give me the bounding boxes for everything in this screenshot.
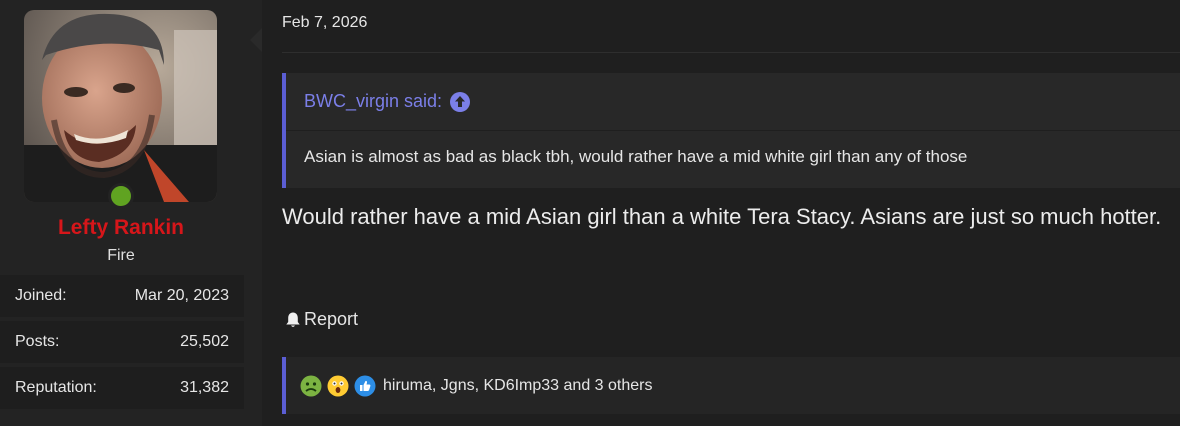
stat-row-posts: Posts: 25,502 [0, 321, 244, 363]
stat-row-reputation: Reputation: 31,382 [0, 367, 244, 409]
quote-block: BWC_virgin said: Asian is almost as bad … [282, 73, 1180, 188]
shocked-emoji-icon[interactable] [327, 375, 349, 397]
quote-author[interactable]: BWC_virgin said: [304, 91, 442, 112]
report-label[interactable]: Report [304, 309, 358, 330]
user-title: Fire [107, 247, 135, 264]
sick-emoji-icon[interactable] [300, 375, 322, 397]
quote-text: Asian is almost as bad as black tbh, wou… [304, 147, 968, 166]
message-main: Feb 7, 2026 BWC_virgin said: Asian is al… [262, 0, 1180, 426]
report-button[interactable]: Report [284, 309, 358, 330]
stat-label: Reputation: [15, 379, 97, 396]
quote-attribution[interactable]: BWC_virgin said: [286, 73, 1180, 131]
stat-label: Posts: [15, 333, 60, 350]
user-sidebar: Lefty Rankin Fire Joined: Mar 20, 2023 P… [0, 0, 262, 426]
online-status-indicator [108, 183, 134, 209]
post-date[interactable]: Feb 7, 2026 [282, 14, 367, 32]
divider [282, 52, 1180, 53]
post-body: Would rather have a mid Asian girl than … [282, 204, 1162, 229]
stat-value: Mar 20, 2023 [134, 287, 229, 304]
reactions-bar[interactable]: hiruma, Jgns, KD6Imp33 and 3 others [282, 357, 1180, 414]
username[interactable]: Lefty Rankin [0, 216, 242, 240]
stat-label: Joined: [15, 287, 67, 304]
reaction-users[interactable]: hiruma, Jgns, KD6Imp33 and 3 others [383, 377, 652, 395]
arrow-up-circle-icon[interactable] [450, 91, 471, 112]
avatar[interactable] [24, 10, 217, 202]
stat-value: 31,382 [180, 379, 229, 396]
stat-row-joined: Joined: Mar 20, 2023 [0, 275, 244, 317]
bell-icon [286, 312, 300, 327]
stat-value: 25,502 [180, 333, 229, 350]
message-arrow [250, 28, 262, 52]
thumbs-up-icon[interactable] [354, 375, 376, 397]
